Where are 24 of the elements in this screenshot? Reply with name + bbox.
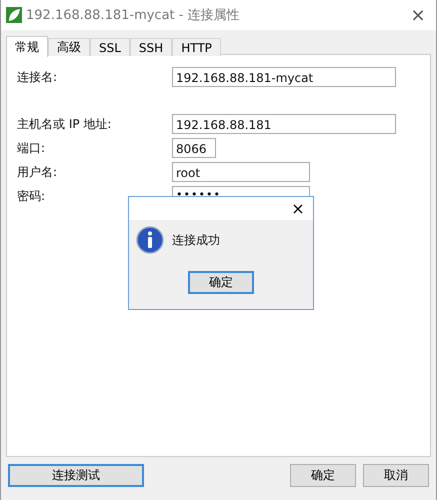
leaf-icon — [6, 7, 22, 23]
window-title: 192.168.88.181-mycat - 连接属性 — [26, 7, 241, 24]
field-label: 密码: — [17, 188, 46, 204]
message-text: 连接成功 — [172, 232, 220, 248]
tab[interactable]: HTTP — [172, 38, 221, 56]
tab[interactable]: SSL — [90, 38, 130, 56]
tab[interactable]: 常规 — [6, 36, 48, 57]
ok-button[interactable]: 确定 — [188, 271, 254, 294]
input-field[interactable]: 192.168.88.181-mycat — [172, 67, 396, 87]
tab[interactable]: SSH — [130, 38, 172, 56]
close-button[interactable]: × — [400, 0, 436, 30]
field-label: 端口: — [17, 140, 46, 156]
info-icon — [136, 226, 164, 254]
dialog-button[interactable]: 确定 — [290, 464, 356, 487]
close-button[interactable]: × — [283, 197, 313, 220]
field-label: 主机名或 IP 地址: — [17, 116, 112, 132]
dialog-button[interactable]: 连接测试 — [8, 464, 144, 487]
field-label: 用户名: — [17, 164, 58, 180]
tab[interactable]: 高级 — [48, 38, 90, 56]
dialog-button[interactable]: 取消 — [363, 464, 429, 487]
field-label: 连接名: — [17, 68, 58, 86]
input-field[interactable]: 8066 — [172, 138, 216, 158]
input-field[interactable]: root — [172, 162, 310, 182]
input-field[interactable]: 192.168.88.181 — [172, 114, 396, 134]
